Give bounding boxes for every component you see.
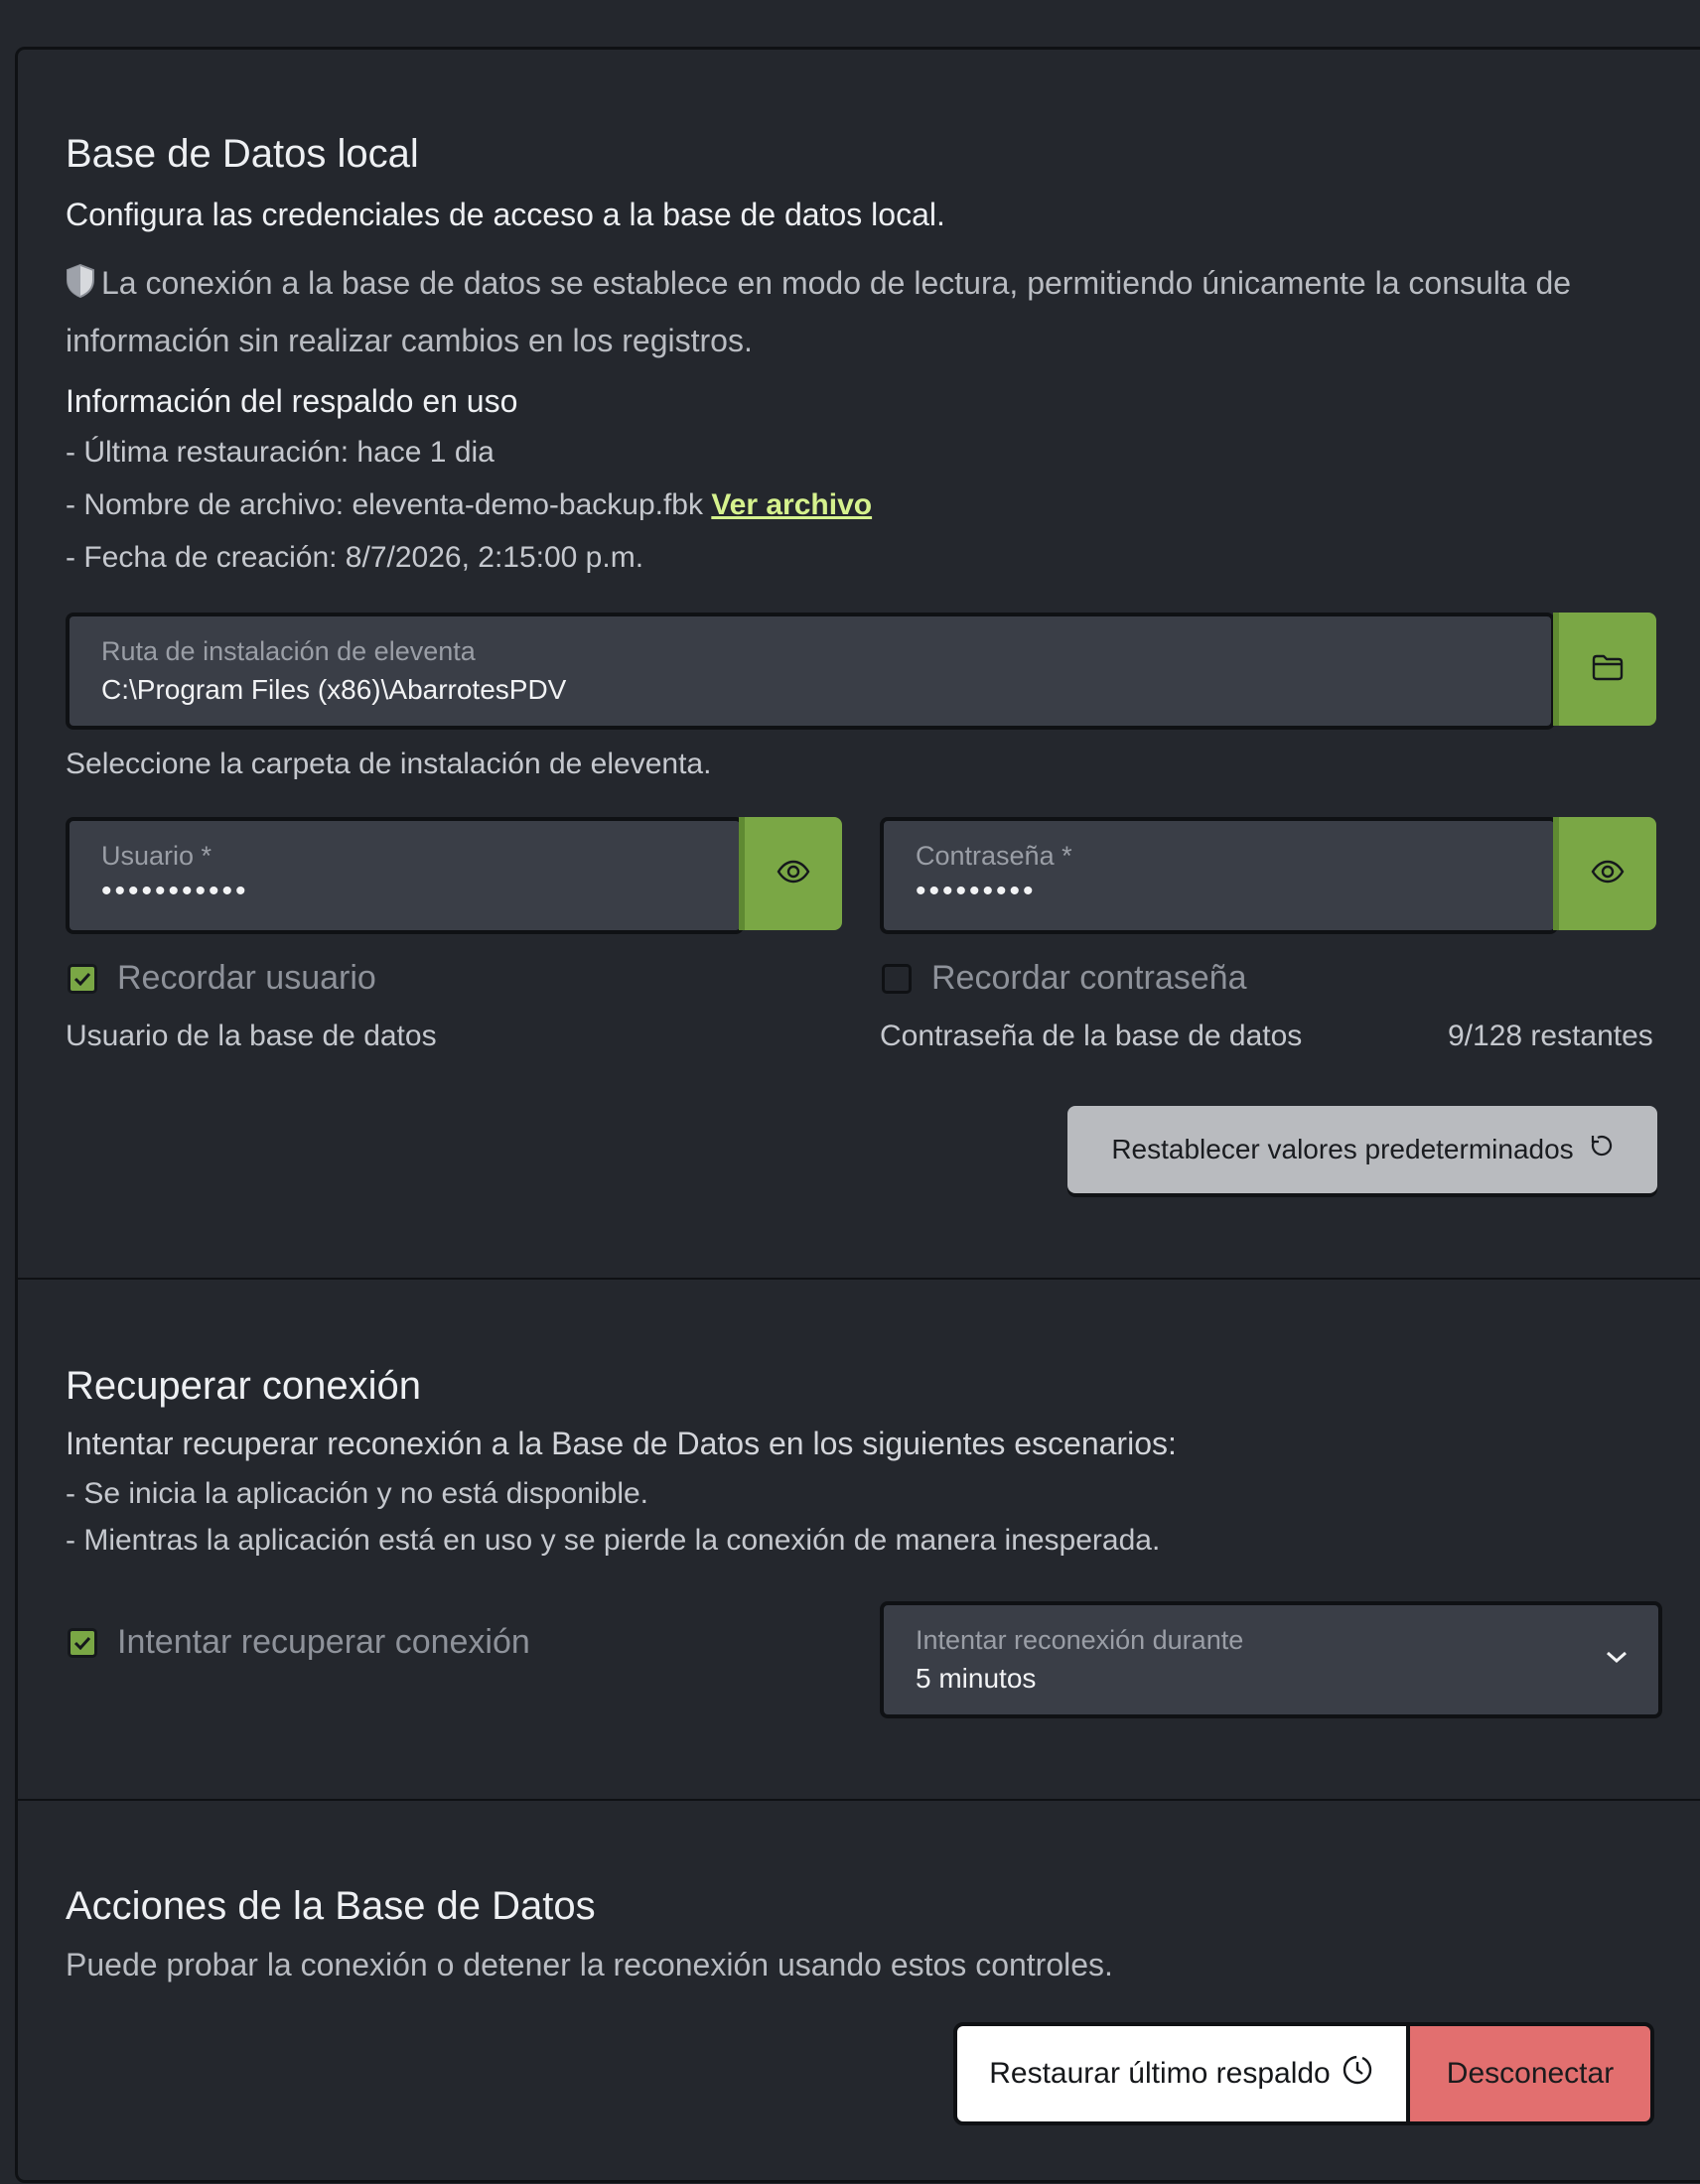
eye-icon — [1591, 860, 1625, 888]
remember-user-checkbox[interactable] — [68, 964, 97, 994]
password-field[interactable]: Contraseña * ••••••••• — [880, 817, 1558, 934]
reconnect-scenario-2: - Mientras la aplicación está en uso y s… — [66, 1524, 1161, 1557]
folder-icon — [1592, 653, 1624, 686]
toggle-password-visibility-button[interactable] — [1553, 817, 1656, 930]
read-only-notice: La conexión a la base de datos se establ… — [66, 256, 1615, 367]
view-file-link[interactable]: Ver archivo — [711, 488, 872, 521]
user-helper: Usuario de la base de datos — [66, 1020, 437, 1052]
disconnect-button[interactable]: Desconectar — [1410, 2026, 1650, 2121]
actions-title: Acciones de la Base de Datos — [66, 1884, 596, 1928]
install-path-field[interactable]: Ruta de instalación de eleventa C:\Progr… — [66, 613, 1555, 730]
read-only-notice-text: La conexión a la base de datos se establ… — [66, 265, 1572, 358]
user-label: Usuario * — [101, 841, 212, 871]
backup-created-at: - Fecha de creación: 8/7/2026, 2:15:00 p… — [66, 541, 644, 574]
user-value: ••••••••••• — [101, 875, 249, 907]
restore-backup-label: Restaurar último respaldo — [989, 2057, 1331, 2090]
reconnect-scenario-1: - Se inicia la aplicación y no está disp… — [66, 1477, 649, 1510]
remember-password-label[interactable]: Recordar contraseña — [931, 959, 1247, 998]
retry-duration-value: 5 minutos — [916, 1663, 1037, 1694]
local-db-subtitle: Configura las credenciales de acceso a l… — [66, 197, 945, 232]
install-path-label: Ruta de instalación de eleventa — [101, 636, 476, 666]
eye-icon — [777, 860, 810, 888]
user-field[interactable]: Usuario * ••••••••••• — [66, 817, 744, 934]
history-icon — [1341, 2053, 1374, 2095]
reset-defaults-button[interactable]: Restablecer valores predeterminados — [1067, 1106, 1657, 1193]
retry-duration-select[interactable]: Intentar reconexión durante 5 minutos — [880, 1601, 1662, 1718]
check-icon — [73, 972, 91, 986]
reconnect-subtitle: Intentar recuperar reconexión a la Base … — [66, 1426, 1177, 1461]
backup-info-title: Información del respaldo en uso — [66, 383, 518, 419]
retry-duration-label: Intentar reconexión durante — [916, 1625, 1244, 1655]
install-path-helper: Seleccione la carpeta de instalación de … — [66, 748, 712, 780]
install-path-value: C:\Program Files (x86)\AbarrotesPDV — [101, 674, 567, 705]
password-helper: Contraseña de la base de datos — [880, 1020, 1303, 1052]
browse-folder-button[interactable] — [1553, 613, 1656, 726]
check-icon — [73, 1636, 91, 1650]
retry-connection-checkbox[interactable] — [68, 1628, 97, 1658]
reconnect-title: Recuperar conexión — [66, 1364, 421, 1408]
backup-file-name-text: - Nombre de archivo: eleventa-demo-backu… — [66, 488, 703, 521]
remember-user-label[interactable]: Recordar usuario — [117, 959, 376, 998]
db-actions-button-group: Restaurar último respaldo Desconectar — [953, 2022, 1654, 2125]
backup-file-name: - Nombre de archivo: eleventa-demo-backu… — [66, 488, 872, 522]
password-label: Contraseña * — [916, 841, 1072, 871]
backup-last-restore: - Última restauración: hace 1 dia — [66, 436, 495, 469]
shield-icon — [66, 260, 95, 314]
section-divider — [15, 1799, 1700, 1801]
chevron-down-icon — [1605, 1649, 1629, 1670]
section-divider — [15, 1278, 1700, 1280]
password-counter: 9/128 restantes — [1448, 1020, 1653, 1052]
remember-password-checkbox[interactable] — [882, 964, 912, 994]
retry-connection-label[interactable]: Intentar recuperar conexión — [117, 1623, 530, 1662]
local-db-title: Base de Datos local — [66, 132, 419, 176]
restore-backup-button[interactable]: Restaurar último respaldo — [957, 2026, 1410, 2121]
password-value: ••••••••• — [916, 875, 1037, 907]
toggle-user-visibility-button[interactable] — [739, 817, 842, 930]
refresh-icon — [1588, 1134, 1614, 1166]
reset-defaults-label: Restablecer valores predeterminados — [1111, 1134, 1574, 1164]
actions-subtitle: Puede probar la conexión o detener la re… — [66, 1947, 1113, 1982]
